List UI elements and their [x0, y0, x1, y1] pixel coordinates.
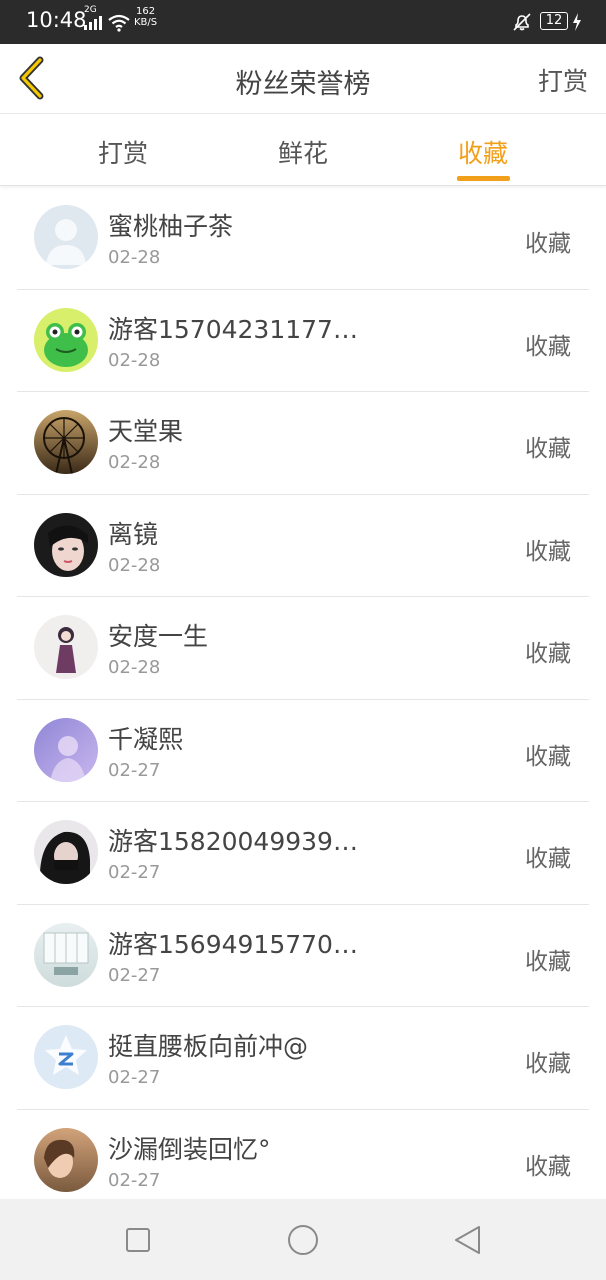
header: 粉丝荣誉榜 打赏: [0, 44, 606, 114]
list-item[interactable]: 安度一生 02-28 收藏: [17, 597, 589, 700]
favorite-date: 02-28: [108, 452, 161, 473]
user-name: 天堂果: [108, 417, 184, 446]
navigation-bar: [0, 1199, 606, 1280]
favorite-date: 02-28: [108, 349, 161, 371]
action-label: 收藏: [525, 538, 571, 565]
warm-portrait-icon: [44, 1139, 75, 1178]
action-label: 收藏: [525, 333, 571, 360]
favorite-date: 02-28: [108, 657, 161, 678]
user-name: 沙漏倒装回忆°: [108, 1134, 271, 1164]
avatar: [34, 205, 98, 269]
speed-unit: KB/S: [134, 17, 158, 28]
default-person-icon: [46, 219, 86, 265]
qq-logo-icon: [45, 1035, 87, 1075]
user-name: 游客15704231177…: [108, 314, 358, 344]
mute-bell-icon: [513, 13, 531, 31]
action-label: 收藏: [525, 743, 571, 770]
network-speed: 162 KB/S: [134, 6, 157, 28]
avatar: [34, 307, 98, 372]
tab-favorites[interactable]: 收藏: [458, 134, 508, 170]
ferris-wheel-icon: [43, 417, 85, 474]
list-item[interactable]: 游客15704231177… 02-28 收藏: [17, 290, 589, 392]
avatar: [34, 410, 98, 474]
favorite-date: 02-27: [108, 1169, 161, 1191]
list-item[interactable]: 游客15820049939… 02-27 收藏: [17, 802, 589, 905]
favorite-date: 02-27: [108, 759, 161, 781]
tab-flowers[interactable]: 鲜花: [278, 134, 328, 170]
user-name: 挺直腰板向前冲@: [108, 1032, 309, 1061]
dark-hair-portrait-icon: [39, 831, 90, 884]
list-item[interactable]: 千凝熙 02-27 收藏: [17, 700, 589, 802]
network-type: 2G: [84, 5, 97, 15]
recents-square-icon[interactable]: [121, 1223, 155, 1257]
action-label: 收藏: [525, 436, 571, 462]
avatar: [34, 820, 98, 884]
list-item[interactable]: 天堂果 02-28 收藏: [17, 392, 589, 495]
favorite-date: 02-28: [108, 554, 161, 576]
battery-icon: 12: [540, 12, 568, 30]
action-label: 收藏: [525, 1051, 571, 1077]
status-bar: 10:48 2G 162 KB/S 12: [0, 0, 606, 44]
reward-button[interactable]: 打赏: [538, 62, 588, 98]
back-triangle-icon[interactable]: [451, 1223, 485, 1257]
list-item[interactable]: 蜜桃柚子茶 02-28 收藏: [17, 187, 589, 290]
portrait-icon: [48, 524, 88, 571]
purple-photo-icon: [50, 735, 86, 782]
list-item[interactable]: 游客15694915770… 02-27 收藏: [17, 905, 589, 1007]
tab-reward[interactable]: 打赏: [98, 134, 148, 170]
favorite-date: 02-27: [108, 1067, 161, 1088]
user-name: 离镜: [108, 519, 159, 549]
action-label: 收藏: [525, 1153, 571, 1180]
avatar: [34, 615, 98, 679]
page-title: 粉丝荣誉榜: [235, 69, 371, 100]
frog-icon: [44, 322, 88, 367]
signal-icon: [84, 16, 102, 30]
avatar: [34, 922, 98, 987]
user-name: 游客15820049939…: [108, 827, 358, 856]
avatar: [34, 717, 98, 782]
action-label: 收藏: [525, 846, 571, 872]
active-tab-indicator: [457, 176, 510, 181]
user-name: 游客15694915770…: [108, 929, 358, 959]
favorite-date: 02-27: [108, 964, 161, 986]
speed-value: 162: [136, 6, 156, 17]
tab-bar: 打赏 鲜花 收藏: [0, 114, 606, 186]
fan-list: 蜜桃柚子茶 02-28 收藏 游客15704231177… 02-28 收藏 天…: [0, 187, 606, 1199]
user-name: 蜜桃柚子茶: [108, 212, 234, 241]
avatar: [34, 1127, 98, 1192]
favorite-date: 02-28: [108, 247, 161, 268]
favorite-date: 02-27: [108, 862, 161, 883]
wifi-icon: [108, 14, 130, 32]
charging-bolt-icon: [573, 13, 581, 31]
avatar: [34, 512, 98, 577]
user-name: 安度一生: [108, 622, 209, 651]
avatar: [34, 1025, 98, 1089]
list-item[interactable]: 离镜 02-28 收藏: [17, 495, 589, 597]
home-circle-icon[interactable]: [286, 1223, 320, 1257]
user-name: 千凝熙: [108, 724, 184, 754]
window-room-icon: [43, 932, 89, 975]
anime-figure-icon: [56, 627, 76, 673]
action-label: 收藏: [525, 641, 571, 667]
chevron-left-icon[interactable]: [16, 56, 48, 100]
list-item[interactable]: 挺直腰板向前冲@ 02-27 收藏: [17, 1007, 589, 1110]
action-label: 收藏: [525, 948, 571, 975]
list-item[interactable]: 沙漏倒装回忆° 02-27 收藏: [17, 1110, 589, 1200]
status-time: 10:48: [26, 8, 87, 32]
action-label: 收藏: [525, 231, 571, 257]
